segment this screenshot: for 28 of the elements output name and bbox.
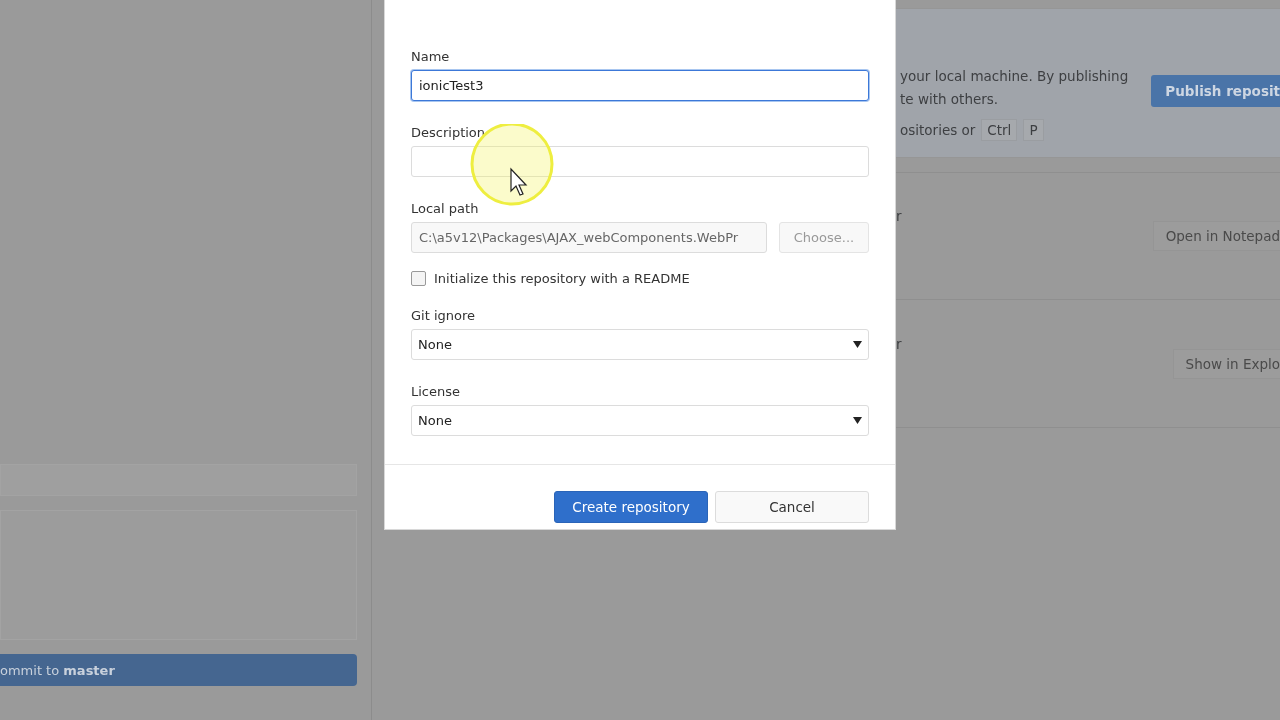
caret-icon [853, 341, 862, 348]
key-cap: P [1023, 119, 1044, 141]
cancel-button[interactable]: Cancel [715, 491, 869, 523]
field-label: License [411, 384, 460, 399]
row-button[interactable]: Open in Notepad [1152, 221, 1280, 251]
publish-button[interactable]: Publish reposit [1151, 75, 1280, 107]
select-field[interactable]: None [411, 405, 869, 436]
field-label: Local path [411, 201, 479, 216]
checkbox-label: Initialize this repository with a README [434, 271, 690, 286]
text-field[interactable]: ionicTest3 [411, 70, 869, 101]
panel-text: ositories or [900, 120, 976, 140]
row-button[interactable]: Show in Explo [1172, 348, 1280, 379]
panel-text: te with others. [900, 90, 1000, 109]
field-label: Name [411, 49, 450, 64]
panel-text: your local machine. By publishing [900, 67, 1129, 86]
field-label: Git ignore [411, 308, 476, 323]
create-button[interactable]: Create repository [554, 491, 708, 523]
commit-button[interactable]: ommit to master [0, 654, 357, 686]
row-text: r [896, 208, 902, 224]
text-field[interactable] [411, 146, 869, 177]
select-field[interactable]: None [411, 329, 869, 360]
choose-button[interactable]: Choose... [779, 222, 869, 253]
field-label: Description [411, 125, 486, 140]
caret-icon [853, 417, 862, 424]
path-field[interactable]: C:\a5v12\Packages\AJAX_webComponents.WebPr [411, 222, 767, 253]
checkbox[interactable] [411, 271, 426, 286]
key-cap: Ctrl [981, 119, 1018, 141]
row-text: r [896, 335, 902, 352]
